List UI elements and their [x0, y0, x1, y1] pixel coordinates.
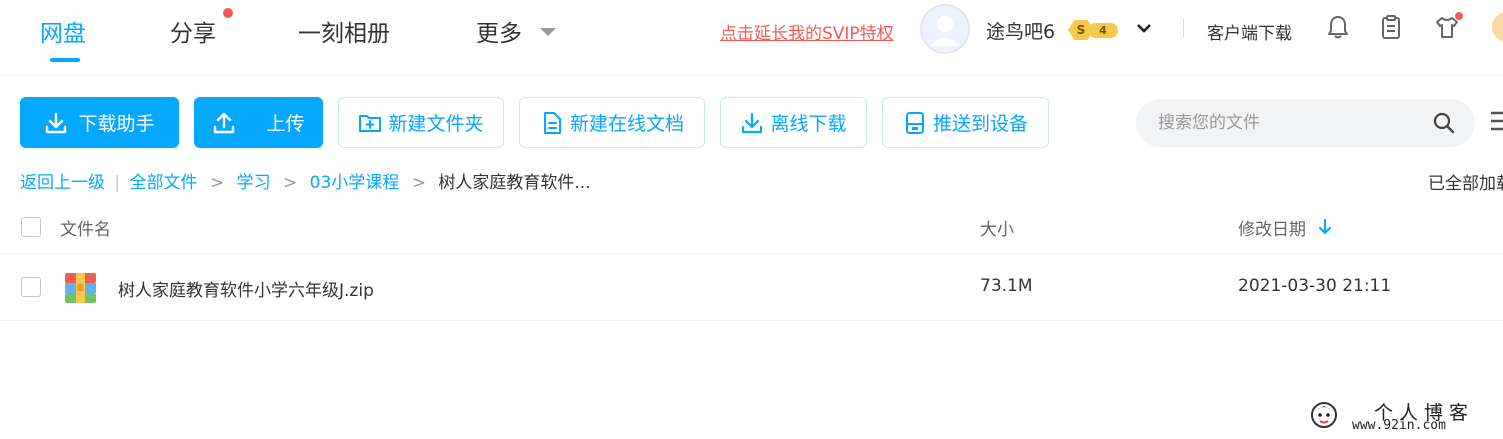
chevron-down-icon[interactable] — [1136, 20, 1152, 36]
svip-coin-icon: S — [1068, 20, 1094, 40]
new-online-doc-button[interactable]: 新建在线文档 — [519, 97, 705, 148]
blog-logo-icon — [1311, 402, 1337, 428]
select-all-checkbox[interactable] — [21, 217, 41, 237]
download-helper-button[interactable]: 下载助手 — [20, 97, 179, 148]
username[interactable]: 途鸟吧6 — [986, 17, 1055, 44]
download-helper-label: 下载助手 — [78, 113, 155, 135]
device-icon — [905, 111, 924, 134]
push-to-device-label: 推送到设备 — [932, 113, 1028, 135]
more-dropdown-icon[interactable] — [540, 28, 556, 36]
breadcrumb-separator: > — [209, 173, 225, 193]
clipboard-icon[interactable] — [1377, 13, 1405, 41]
push-to-device-button[interactable]: 推送到设备 — [882, 97, 1049, 148]
new-folder-label: 新建文件夹 — [388, 113, 484, 135]
breadcrumb-item[interactable]: 全部文件 — [130, 173, 198, 193]
offline-download-button[interactable]: 离线下载 — [720, 97, 867, 148]
tab-share[interactable]: 分享 — [170, 14, 216, 48]
vip-center-icon[interactable] — [1492, 12, 1503, 42]
breadcrumb-item[interactable]: 03小学课程 — [310, 173, 400, 193]
download-icon — [46, 112, 67, 133]
avatar-person-icon — [931, 16, 959, 46]
search-input[interactable] — [1158, 111, 1428, 135]
breadcrumb-item[interactable]: 学习 — [237, 173, 271, 193]
offline-download-label: 离线下载 — [770, 113, 847, 135]
new-online-doc-label: 新建在线文档 — [569, 113, 684, 135]
column-header-modified[interactable]: 修改日期 — [1238, 215, 1306, 240]
top-navigation: 网盘 分享 一刻相册 更多 点击延长我的SVIP特权 途鸟吧6 4 S 客户端下… — [0, 0, 1503, 76]
table-header: 文件名 大小 修改日期 — [0, 200, 1503, 254]
search-icon[interactable] — [1432, 111, 1456, 135]
zip-file-icon — [65, 273, 96, 303]
breadcrumb-divider: | — [114, 173, 121, 193]
upload-button[interactable]: 上传 — [194, 97, 323, 148]
active-tab-indicator — [50, 58, 80, 62]
watermark-url: www.92in.com — [1352, 418, 1446, 433]
tshirt-notification-dot — [1455, 12, 1463, 20]
tab-more[interactable]: 更多 — [476, 14, 522, 48]
breadcrumb-current: 树人家庭教育软件... — [438, 173, 591, 193]
bell-icon[interactable] — [1324, 13, 1352, 41]
sort-descending-icon[interactable] — [1318, 219, 1332, 235]
svip-renew-link[interactable]: 点击延长我的SVIP特权 — [720, 19, 894, 44]
new-folder-button[interactable]: 新建文件夹 — [338, 97, 504, 148]
file-modified-date: 2021-03-30 21:11 — [1238, 276, 1392, 296]
share-notification-dot — [223, 8, 233, 18]
divider — [1183, 18, 1184, 38]
breadcrumb-back-link[interactable]: 返回上一级 — [20, 173, 105, 193]
loaded-status: 已全部加载 — [1428, 174, 1503, 194]
document-icon — [543, 111, 561, 134]
breadcrumb-separator: > — [411, 173, 426, 193]
breadcrumb-separator: > — [283, 173, 298, 193]
download-icon — [742, 112, 763, 133]
upload-icon — [214, 112, 235, 133]
client-download-link[interactable]: 客户端下载 — [1207, 19, 1292, 44]
list-view-icon[interactable] — [1489, 108, 1503, 134]
upload-label: 上传 — [266, 113, 305, 135]
search-box — [1136, 99, 1475, 147]
vip-level-badge: 4 S — [1068, 20, 1120, 40]
avatar[interactable] — [920, 4, 970, 54]
file-name[interactable]: 树人家庭教育软件小学六年级J.zip — [118, 276, 374, 301]
table-row[interactable]: 树人家庭教育软件小学六年级J.zip 73.1M 2021-03-30 21:1… — [0, 255, 1503, 321]
column-header-size[interactable]: 大小 — [980, 215, 1014, 240]
new-folder-icon — [359, 114, 382, 132]
file-size: 73.1M — [980, 276, 1033, 296]
tab-moment-album[interactable]: 一刻相册 — [298, 14, 390, 48]
tab-netdisk[interactable]: 网盘 — [40, 14, 86, 48]
column-header-name[interactable]: 文件名 — [60, 215, 111, 240]
breadcrumb: 返回上一级 | 全部文件 > 学习 > 03小学课程 > 树人家庭教育软件... — [20, 168, 591, 193]
row-checkbox[interactable] — [21, 277, 41, 297]
